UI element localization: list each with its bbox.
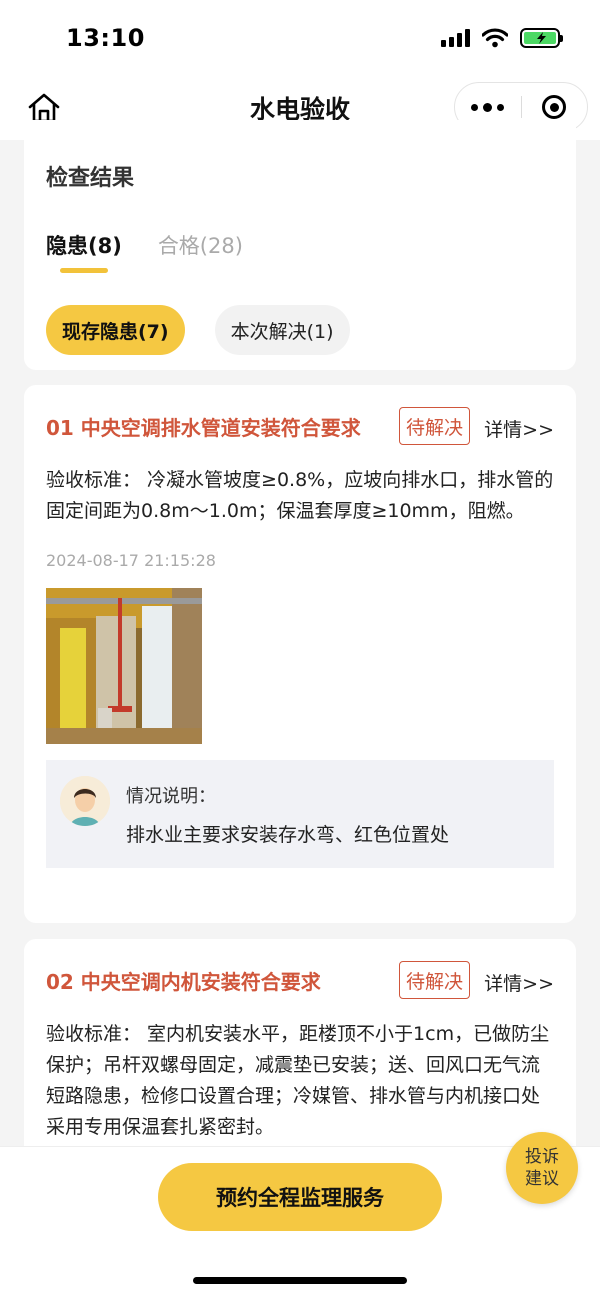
result-tabs: 隐患(8) 合格(28) xyxy=(46,230,243,278)
acceptance-standard: 验收标准： 冷凝水管坡度≥0.8%，应坡向排水口，排水管的固定间距为0.8m～1… xyxy=(46,469,554,522)
tab-hazards[interactable]: 隐患(8) xyxy=(46,230,122,278)
details-link[interactable]: 详情>> xyxy=(484,415,554,442)
more-dot-icon xyxy=(471,103,479,111)
acceptance-standard: 验收标准： 室内机安装水平，距楼顶不小于1cm，已做防尘保护；吊杆双螺母固定，减… xyxy=(46,1023,550,1138)
tab-hazards-label: 隐患(8) xyxy=(46,234,122,258)
details-link[interactable]: 详情>> xyxy=(484,969,554,996)
more-dot-icon xyxy=(497,103,505,111)
status-badge: 待解决 xyxy=(398,407,470,445)
issue-title: 01 中央空调排水管道安装符合要求 xyxy=(46,416,361,440)
situation-note: 情况说明： 排水业主要求安装存水弯、红色位置处 xyxy=(46,760,554,868)
tab-qualified-label: 合格(28) xyxy=(157,234,243,258)
issue-header: 01 中央空调排水管道安装符合要求 待解决 详情>> xyxy=(46,385,554,465)
wifi-icon xyxy=(482,28,508,48)
section-title: 检查结果 xyxy=(46,166,135,191)
avatar xyxy=(60,776,110,826)
complaint-suggestion-button[interactable]: 投诉 建议 xyxy=(506,1132,578,1204)
fab-line-2: 建议 xyxy=(525,1169,559,1189)
issue-header: 02 中央空调内机安装符合要求 待解决 详情>> xyxy=(46,939,554,1019)
note-label: 情况说明： xyxy=(126,786,216,807)
status-time: 13:10 xyxy=(66,24,145,52)
target-icon xyxy=(542,95,567,119)
tab-qualified[interactable]: 合格(28) xyxy=(158,230,243,278)
filter-resolved-this-time[interactable]: 本次解决(1) xyxy=(214,305,350,355)
filter-existing-hazards[interactable]: 现存隐患(7) xyxy=(46,305,185,355)
inspection-result-card: 检查结果 隐患(8) 合格(28) 现存隐患(7) 本次解决(1) xyxy=(24,120,576,370)
status-icons xyxy=(441,28,563,48)
home-indicator xyxy=(193,1277,407,1284)
cellular-signal-icon xyxy=(441,29,470,47)
note-text: 排水业主要求安装存水弯、红色位置处 xyxy=(126,824,450,846)
book-supervision-button[interactable]: 预约全程监理服务 xyxy=(158,1163,442,1231)
issue-card[interactable]: 01 中央空调排水管道安装符合要求 待解决 详情>> 验收标准： 冷凝水管坡度≥… xyxy=(24,385,576,923)
issue-timestamp: 2024-08-17 21:15:28 xyxy=(46,551,216,570)
issue-title: 02 中央空调内机安装符合要求 xyxy=(46,970,321,994)
issue-photo[interactable] xyxy=(46,588,202,744)
battery-charging-icon xyxy=(520,28,563,48)
more-dot-icon xyxy=(483,102,493,112)
status-badge: 待解决 xyxy=(398,961,470,999)
status-bar: 13:10 xyxy=(0,0,600,76)
fab-line-1: 投诉 xyxy=(525,1147,559,1167)
hazard-filters: 现存隐患(7) 本次解决(1) xyxy=(46,305,350,355)
active-tab-indicator xyxy=(60,268,108,273)
